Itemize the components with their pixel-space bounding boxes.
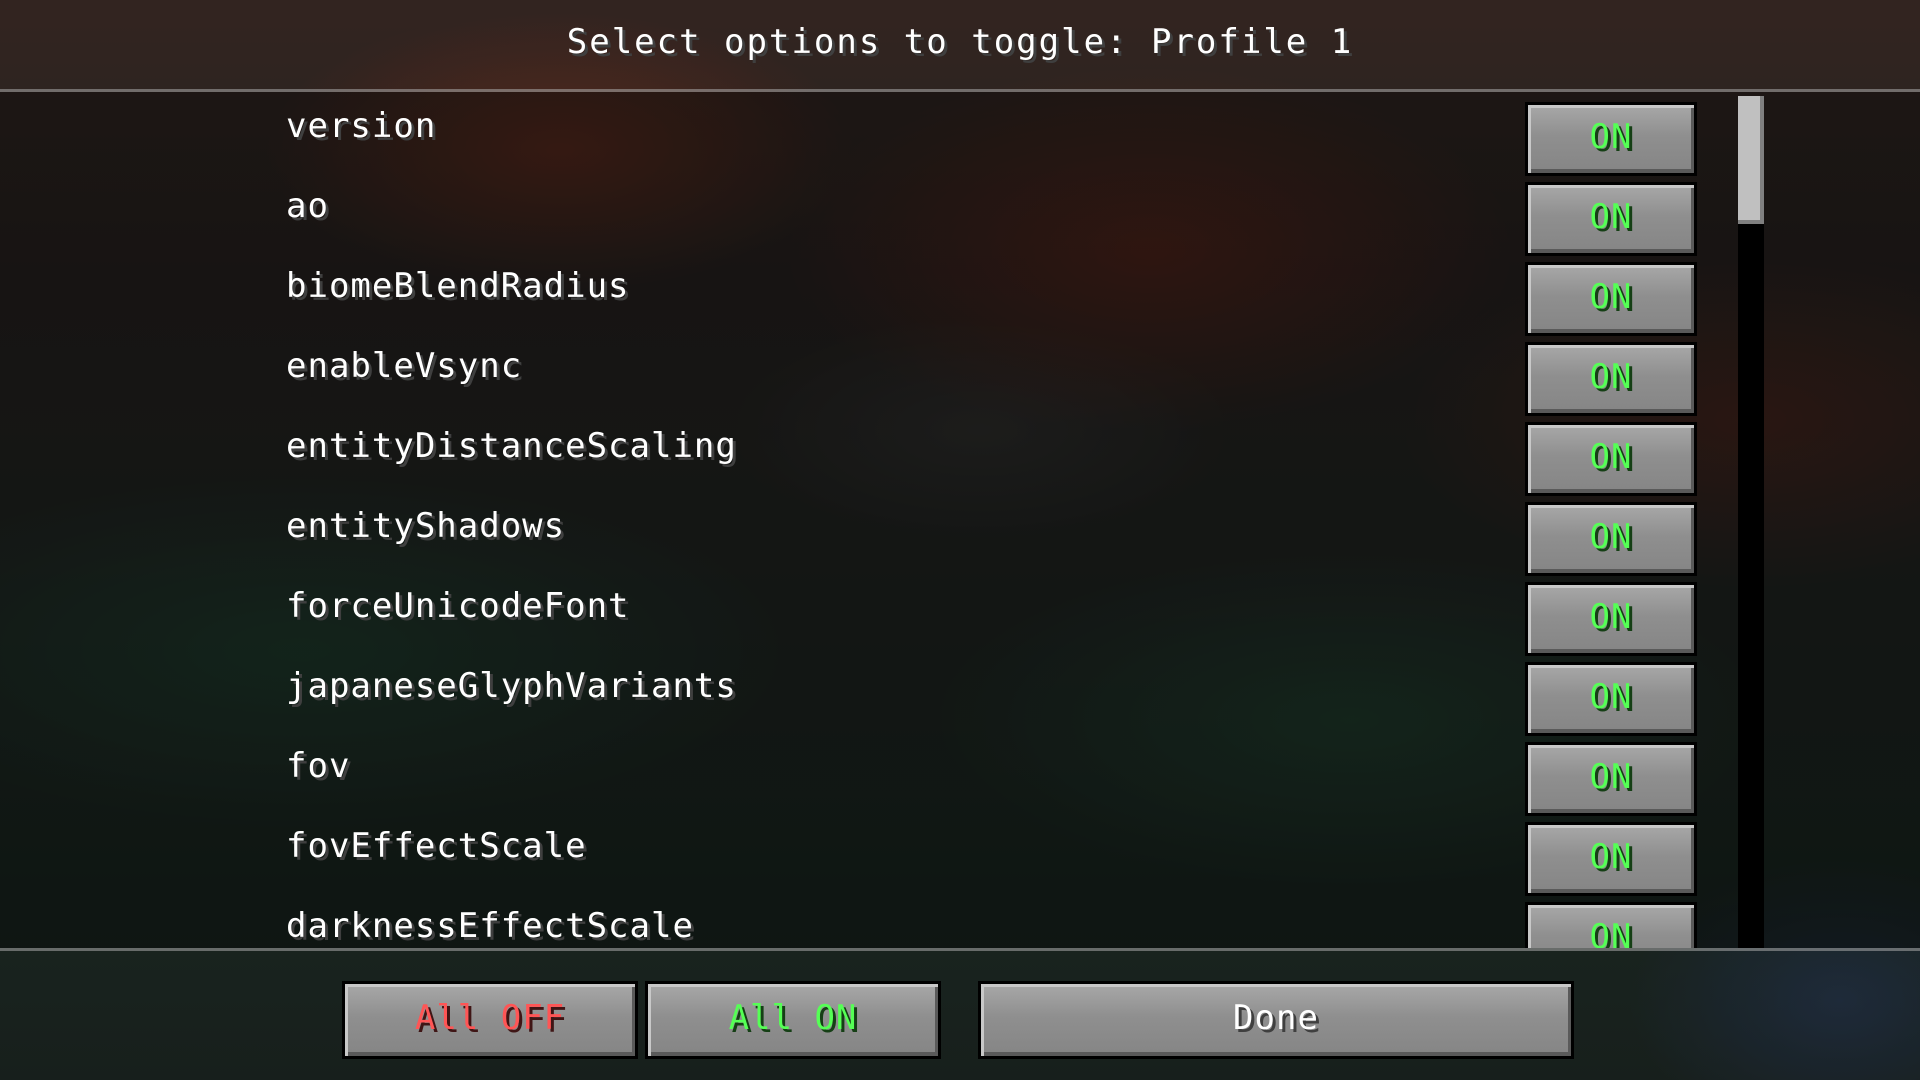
list-item: japaneseGlyphVariants ON [0, 652, 1920, 736]
options-screen: Select options to toggle: Profile 1 vers… [0, 0, 1920, 1080]
scrollbar-thumb[interactable] [1738, 96, 1764, 224]
option-label: fov [286, 746, 351, 786]
toggle-button[interactable]: ON [1525, 662, 1697, 736]
option-label: entityDistanceScaling [286, 426, 737, 466]
list-item: version ON [0, 92, 1920, 176]
list-item: ao ON [0, 172, 1920, 256]
option-label: entityShadows [286, 506, 566, 546]
option-label: version [286, 106, 437, 146]
toggle-button[interactable]: ON [1525, 102, 1697, 176]
option-label: darknessEffectScale [286, 906, 694, 946]
footer-bar: All OFF All ON Done [0, 948, 1920, 1080]
page-title: Select options to toggle: Profile 1 [566, 22, 1354, 62]
list-item: forceUnicodeFont ON [0, 572, 1920, 656]
toggle-button[interactable]: ON [1525, 742, 1697, 816]
done-button[interactable]: Done [978, 981, 1574, 1059]
toggle-button[interactable]: ON [1525, 502, 1697, 576]
list-item: biomeBlendRadius ON [0, 252, 1920, 336]
options-list: version ON ao ON biomeBlendRadius ON ena… [0, 92, 1920, 948]
option-label: fovEffectScale [286, 826, 587, 866]
list-item: fovEffectScale ON [0, 812, 1920, 896]
list-item: darknessEffectScale ON [0, 892, 1920, 948]
toggle-button[interactable]: ON [1525, 822, 1697, 896]
option-label: biomeBlendRadius [286, 266, 630, 306]
toggle-button[interactable]: ON [1525, 342, 1697, 416]
list-item: entityDistanceScaling ON [0, 412, 1920, 496]
toggle-button[interactable]: ON [1525, 902, 1697, 948]
toggle-button[interactable]: ON [1525, 262, 1697, 336]
option-label: enableVsync [286, 346, 523, 386]
toggle-button[interactable]: ON [1525, 182, 1697, 256]
list-item: entityShadows ON [0, 492, 1920, 576]
list-item: enableVsync ON [0, 332, 1920, 416]
header-bar: Select options to toggle: Profile 1 [0, 0, 1920, 92]
all-on-button[interactable]: All ON [645, 981, 941, 1059]
option-label: forceUnicodeFont [286, 586, 630, 626]
all-off-button[interactable]: All OFF [342, 981, 638, 1059]
option-label: japaneseGlyphVariants [286, 666, 737, 706]
list-item: fov ON [0, 732, 1920, 816]
toggle-button[interactable]: ON [1525, 582, 1697, 656]
scrollbar-track[interactable] [1738, 96, 1764, 948]
option-label: ao [286, 186, 329, 226]
toggle-button[interactable]: ON [1525, 422, 1697, 496]
